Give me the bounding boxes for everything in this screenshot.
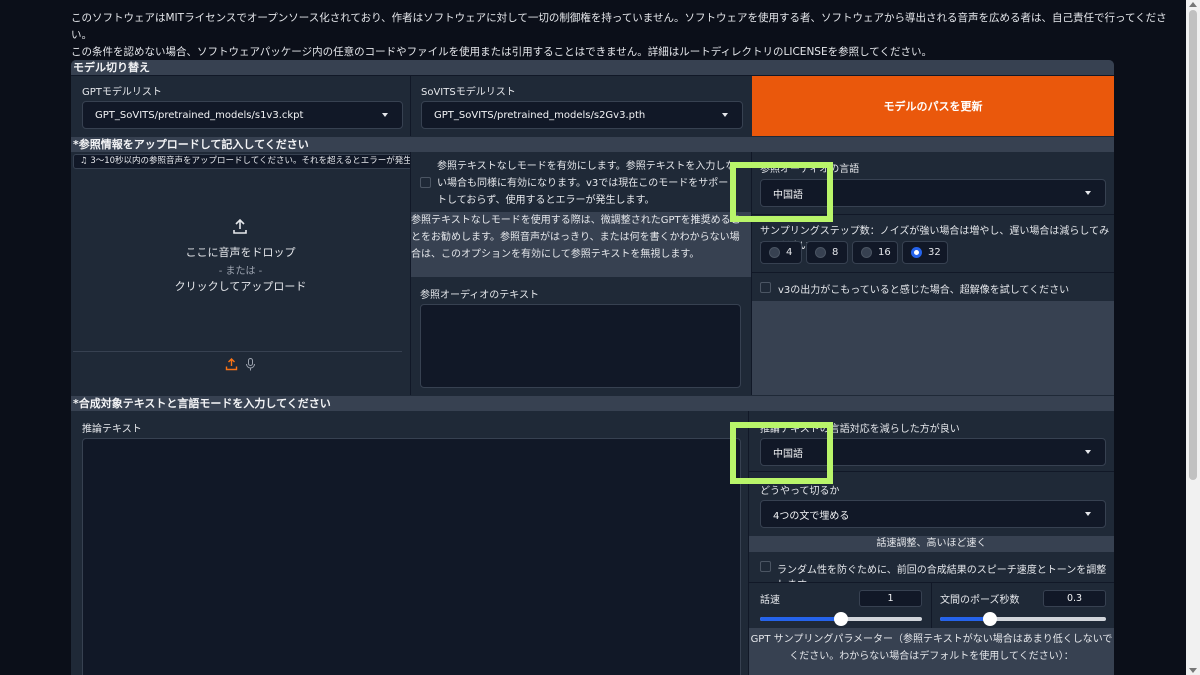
superres-cell: v3の出力がこもっていると感じた場合、超解像を試してください — [752, 273, 1114, 301]
gpt-model-label: GPTモデルリスト — [82, 87, 162, 98]
split-method-label: どうやって切るか — [760, 486, 840, 497]
speed-slider-thumb[interactable] — [834, 612, 848, 626]
ref-text-input[interactable] — [420, 304, 741, 388]
speed-header: 話速調整、高いほど速く — [749, 536, 1114, 552]
superres-label: v3の出力がこもっていると感じた場合、超解像を試してください — [778, 285, 1070, 296]
main-panel: モデル切り替え GPTモデルリスト GPT_SoVITS/pretrained_… — [71, 60, 1114, 675]
speed-label: 話速 — [760, 595, 780, 606]
microphone-icon[interactable] — [245, 358, 256, 371]
chevron-down-icon — [1085, 450, 1091, 454]
scrollbar-thumb[interactable] — [1189, 10, 1197, 480]
or-text: - または - — [218, 266, 263, 277]
highlight-box-infer-lang — [730, 422, 833, 484]
audio-label-text: 3〜10秒以内の参照音声をアップロードしてください。それを超えるとエラーが発生し… — [90, 156, 446, 166]
audio-label-tag: ♫ 3〜10秒以内の参照音声をアップロードしてください。それを超えるとエラーが発… — [73, 154, 453, 169]
sovits-model-cell: SoVITSモデルリスト GPT_SoVITS/pretrained_model… — [411, 76, 751, 136]
synthesis-header: *合成対象テキストと言語モードを入力してください — [71, 396, 1114, 411]
ref-text-cell: 参照オーディオのテキスト — [411, 277, 751, 395]
page-scrollbar[interactable] — [1186, 0, 1200, 675]
superres-checkbox[interactable] — [760, 282, 771, 293]
chevron-down-icon — [1085, 191, 1091, 195]
steps-option-4[interactable]: 4 — [760, 241, 802, 264]
no-text-mode-hint-row: 参照テキストなしモードを使用する際は、微調整されたGPTを推奨めることをお勧めし… — [411, 212, 751, 277]
reference-audio-upload[interactable]: ♫ 3〜10秒以内の参照音声をアップロードしてください。それを超えるとエラーが発… — [71, 152, 453, 395]
speed-slider[interactable] — [760, 612, 922, 626]
sovits-model-value: GPT_SoVITS/pretrained_models/s2Gv3.pth — [434, 109, 646, 121]
refresh-model-paths-button[interactable]: モデルのパスを更新 — [752, 76, 1114, 136]
scroll-down-icon[interactable] — [1189, 668, 1197, 673]
drop-text: ここに音声をドロップ — [185, 246, 296, 259]
chevron-down-icon — [722, 113, 728, 117]
split-method-select[interactable]: 4つの文で埋める — [760, 500, 1106, 528]
no-text-mode-cell: 参照テキストなしモードを有効にします。参照テキストを入力しない場合も同様に有効に… — [411, 152, 751, 212]
radio-icon — [815, 247, 826, 258]
speed-cell: 話速 1 — [749, 583, 931, 628]
gpt-model-cell: GPTモデルリスト GPT_SoVITS/pretrained_models/s… — [71, 76, 410, 136]
gpt-model-value: GPT_SoVITS/pretrained_models/s1v3.ckpt — [95, 109, 304, 121]
radio-selected-icon — [911, 247, 922, 258]
sovits-model-select[interactable]: GPT_SoVITS/pretrained_models/s2Gv3.pth — [421, 101, 743, 129]
pause-slider-thumb[interactable] — [983, 612, 997, 626]
gpt-params-row: GPT サンプリングパラメーター（参照テキストがない場合はあまり低くしないでくだ… — [749, 628, 1114, 675]
upload-source-icon[interactable] — [225, 358, 238, 371]
no-text-mode-checkbox[interactable] — [420, 177, 431, 188]
pause-cell: 文間のポーズ秒数 0.3 — [932, 583, 1114, 628]
fix-random-cell: ランダム性を防ぐために、前回の合成結果のスピーチ速度とトーンを調整します。 — [749, 552, 1114, 591]
gpt-model-select[interactable]: GPT_SoVITS/pretrained_models/s1v3.ckpt — [82, 101, 403, 129]
sampling-steps-cell: サンプリングステップ数：ノイズが強い場合は増やし、遅い場合は減らしてみてください… — [752, 215, 1114, 272]
split-method-value: 4つの文で埋める — [773, 510, 850, 522]
pause-label: 文間のポーズ秒数 — [940, 595, 1020, 606]
steps-option-32[interactable]: 32 — [902, 241, 948, 264]
steps-option-8[interactable]: 8 — [806, 241, 848, 264]
ref-text-label: 参照オーディオのテキスト — [420, 290, 539, 301]
license-line-1: このソフトウェアはMITライセンスでオープンソース化されており、作者はソフトウェ… — [71, 12, 1167, 41]
infer-text-cell: 推論テキスト — [71, 411, 748, 675]
chevron-down-icon — [1085, 512, 1091, 516]
upload-icon — [233, 218, 247, 234]
steps-option-16[interactable]: 16 — [852, 241, 898, 264]
model-switch-header: モデル切り替え — [71, 60, 1114, 75]
infer-text-input[interactable] — [82, 438, 741, 675]
radio-icon — [861, 247, 872, 258]
speed-input[interactable]: 1 — [859, 590, 922, 607]
fix-random-checkbox[interactable] — [760, 561, 771, 572]
click-to-upload-text: クリックしてアップロード — [174, 280, 307, 293]
pause-input[interactable]: 0.3 — [1043, 590, 1106, 607]
reference-header: *参照情報をアップロードして記入してください — [71, 137, 1114, 152]
sovits-model-label: SoVITSモデルリスト — [421, 87, 516, 98]
license-notice: このソフトウェアはMITライセンスでオープンソース化されており、作者はソフトウェ… — [71, 10, 1181, 61]
pause-slider[interactable] — [940, 612, 1106, 626]
license-line-2: この条件を認めない場合、ソフトウェアパッケージ内の任意のコードやファイルを使用ま… — [71, 46, 932, 58]
no-text-mode-hint: 参照テキストなしモードを使用する際は、微調整されたGPTを推奨めることをお勧めし… — [411, 215, 741, 260]
highlight-box-ref-lang — [730, 162, 833, 222]
no-text-mode-label: 参照テキストなしモードを有効にします。参照テキストを入力しない場合も同様に有効に… — [437, 161, 736, 206]
gpt-params-label: GPT サンプリングパラメーター（参照テキストがない場合はあまり低くしないでくだ… — [750, 634, 1113, 662]
scroll-up-icon[interactable] — [1189, 2, 1197, 7]
radio-icon — [769, 247, 780, 258]
chevron-down-icon — [382, 113, 388, 117]
infer-text-label: 推論テキスト — [82, 424, 142, 435]
music-note-icon: ♫ — [80, 156, 91, 166]
